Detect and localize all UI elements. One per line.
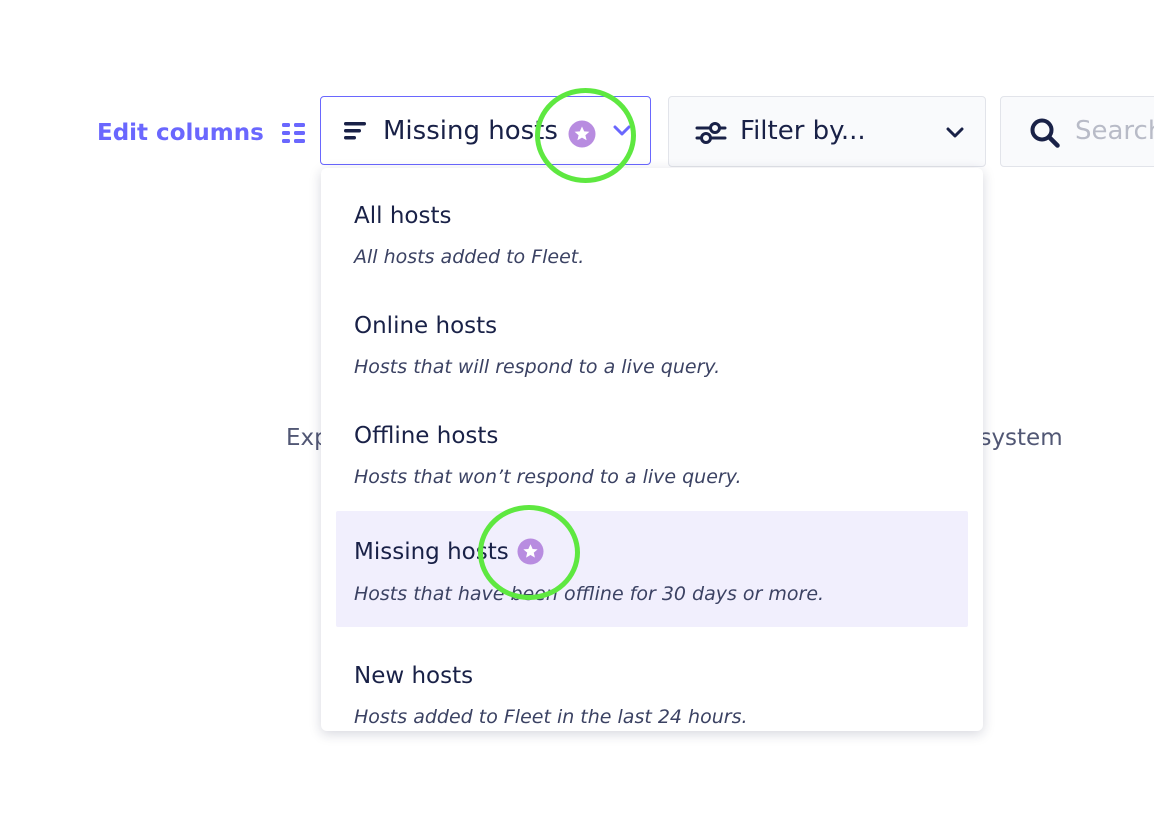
menu-item-title: Online hosts — [354, 313, 498, 339]
menu-item-online-hosts[interactable]: Online hosts Hosts that will respond to … — [336, 278, 968, 394]
menu-item-new-hosts[interactable]: New hosts Hosts added to Fleet in the la… — [336, 628, 968, 731]
menu-item-title: All hosts — [354, 203, 452, 229]
edit-columns-button[interactable]: Edit columns — [97, 116, 305, 150]
lines-icon — [344, 122, 366, 140]
chevron-down-icon — [946, 127, 964, 138]
premium-star-icon — [568, 120, 596, 148]
grid-icon — [281, 123, 305, 143]
host-status-dropdown[interactable]: Missing hosts — [320, 96, 651, 165]
hosts-page: Exp e system Edit columns Missing hosts — [0, 0, 1154, 840]
label-filter-dropdown[interactable]: Filter by... — [668, 96, 986, 167]
menu-item-description: Hosts that have been offline for 30 days… — [354, 583, 825, 605]
menu-item-all-hosts[interactable]: All hosts All hosts added to Fleet. — [336, 168, 968, 284]
search-box — [1000, 96, 1154, 167]
menu-item-offline-hosts[interactable]: Offline hosts Hosts that won’t respond t… — [336, 388, 968, 504]
menu-item-description: All hosts added to Fleet. — [354, 246, 585, 268]
menu-item-description: Hosts that won’t respond to a live query… — [354, 466, 742, 488]
menu-item-title: Missing hosts — [354, 538, 509, 565]
label-filter-label: Filter by... — [740, 116, 866, 146]
chevron-down-icon — [613, 125, 631, 136]
sliders-icon — [695, 122, 727, 144]
host-status-selected-value: Missing hosts — [383, 116, 558, 146]
menu-item-missing-hosts[interactable]: Missing hosts Hosts that have been offli… — [336, 511, 968, 627]
search-input[interactable] — [1075, 111, 1154, 151]
search-icon — [1030, 118, 1060, 148]
host-status-menu: All hosts All hosts added to Fleet. Onli… — [321, 168, 983, 731]
premium-star-icon — [517, 538, 544, 565]
menu-item-description: Hosts added to Fleet in the last 24 hour… — [354, 706, 748, 728]
menu-item-title: Offline hosts — [354, 423, 499, 449]
edit-columns-label: Edit columns — [97, 120, 264, 146]
menu-item-title: New hosts — [354, 663, 474, 689]
menu-item-description: Hosts that will respond to a live query. — [354, 356, 721, 378]
menu-item-title-wrap: Missing hosts — [354, 538, 544, 565]
